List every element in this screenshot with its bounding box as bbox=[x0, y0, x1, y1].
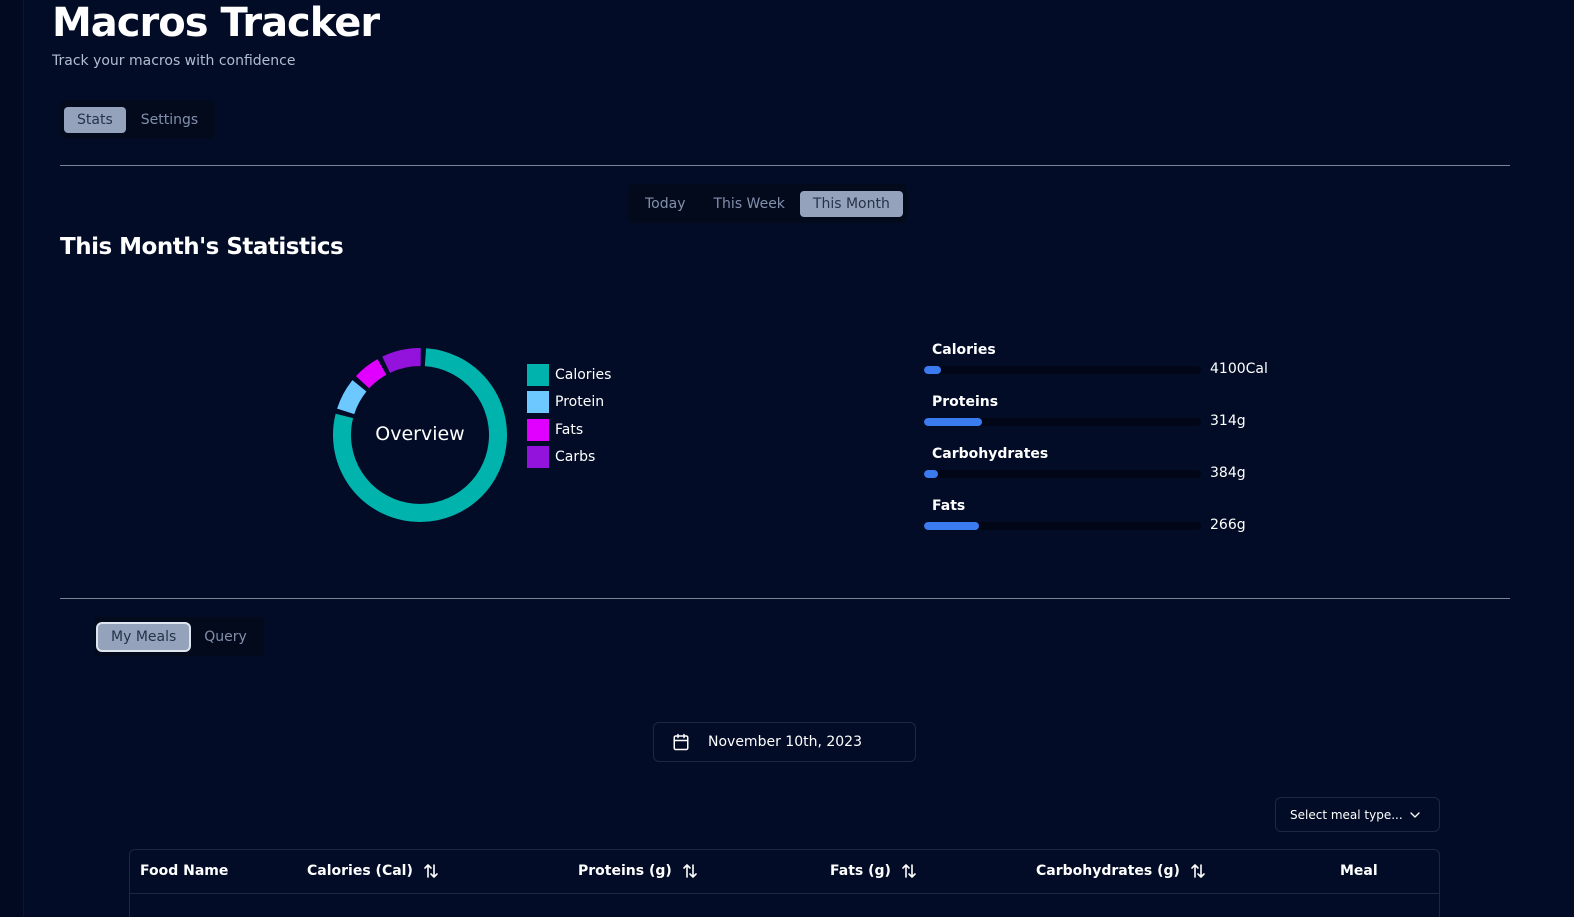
progress-track bbox=[924, 522, 1201, 530]
progress-fill bbox=[924, 418, 983, 426]
divider bbox=[60, 598, 1510, 599]
column-header-carbohydrates: Carbohydrates (g) bbox=[1036, 863, 1206, 879]
main-tabs: Stats Settings bbox=[60, 100, 216, 139]
period-tabs: Today This Week This Month bbox=[628, 184, 907, 223]
progress-value: 384g bbox=[1210, 465, 1246, 481]
column-header-meal: Meal bbox=[1340, 863, 1378, 879]
column-label: Calories (Cal) bbox=[307, 863, 413, 879]
progress-value: 266g bbox=[1210, 517, 1246, 533]
donut-slice-fats bbox=[355, 359, 387, 389]
tab-stats[interactable]: Stats bbox=[64, 106, 126, 133]
meal-type-select[interactable]: Select meal type... bbox=[1275, 797, 1440, 832]
legend-item-calories: Calories bbox=[527, 361, 611, 389]
donut-slice-protein bbox=[337, 380, 367, 415]
tab-this-week[interactable]: This Week bbox=[701, 191, 798, 217]
date-picker-button[interactable]: November 10th, 2023 bbox=[653, 722, 916, 762]
column-label: Fats (g) bbox=[830, 863, 891, 879]
sort-icon[interactable] bbox=[423, 863, 439, 879]
legend-item-protein: Protein bbox=[527, 389, 611, 417]
chart-legend: Calories Protein Fats Carbs bbox=[527, 361, 611, 471]
column-label: Food Name bbox=[140, 863, 229, 879]
progress-track bbox=[924, 470, 1201, 478]
legend-label: Fats bbox=[555, 421, 584, 438]
column-label: Carbohydrates (g) bbox=[1036, 863, 1180, 879]
tab-this-month[interactable]: This Month bbox=[799, 190, 903, 217]
legend-label: Carbs bbox=[555, 449, 596, 466]
legend-swatch bbox=[527, 363, 549, 386]
column-label: Meal bbox=[1340, 863, 1378, 879]
chevron-down-icon bbox=[1410, 812, 1420, 818]
progress-fill bbox=[924, 470, 938, 478]
progress-track bbox=[924, 418, 1201, 426]
progress-fill bbox=[924, 366, 941, 374]
column-header-fats: Fats (g) bbox=[830, 863, 917, 879]
progress-fill bbox=[924, 522, 980, 530]
app-subtitle: Track your macros with confidence bbox=[52, 53, 296, 69]
column-header-food-name: Food Name bbox=[140, 863, 228, 879]
legend-item-fats: Fats bbox=[527, 416, 611, 444]
progress-label: Proteins bbox=[932, 394, 999, 410]
tab-my-meals[interactable]: My Meals bbox=[98, 623, 190, 650]
legend-swatch bbox=[527, 446, 549, 469]
meal-type-placeholder: Select meal type... bbox=[1290, 807, 1403, 822]
progress-label: Fats bbox=[932, 498, 966, 514]
sort-icon[interactable] bbox=[682, 863, 698, 879]
sidebar-edge bbox=[0, 0, 24, 917]
column-header-calories: Calories (Cal) bbox=[307, 863, 439, 879]
progress-track bbox=[924, 366, 1201, 374]
progress-label: Carbohydrates bbox=[932, 446, 1049, 462]
calendar-icon bbox=[673, 733, 689, 751]
legend-swatch bbox=[527, 418, 549, 441]
table-header-row: Food Name Calories (Cal) Proteins (g) Fa… bbox=[130, 850, 1439, 894]
divider bbox=[60, 165, 1510, 166]
date-picker-value: November 10th, 2023 bbox=[708, 734, 862, 750]
meals-table: Food Name Calories (Cal) Proteins (g) Fa… bbox=[129, 849, 1440, 917]
column-header-proteins: Proteins (g) bbox=[578, 863, 698, 879]
app-title: Macros Tracker bbox=[52, 0, 380, 46]
tab-settings[interactable]: Settings bbox=[128, 107, 211, 133]
donut-slice-carbs bbox=[382, 348, 421, 374]
legend-swatch bbox=[527, 391, 549, 414]
tab-today[interactable]: Today bbox=[632, 191, 699, 217]
legend-label: Calories bbox=[555, 366, 612, 383]
progress-label: Calories bbox=[932, 342, 996, 358]
stats-title: This Month's Statistics bbox=[60, 234, 344, 260]
legend-label: Protein bbox=[555, 394, 605, 411]
meals-tabs: My Meals Query bbox=[94, 617, 264, 656]
column-label: Proteins (g) bbox=[578, 863, 672, 879]
legend-item-carbs: Carbs bbox=[527, 444, 611, 472]
progress-value: 314g bbox=[1210, 413, 1246, 429]
progress-value: 4100Cal bbox=[1210, 361, 1268, 377]
tab-query[interactable]: Query bbox=[191, 624, 260, 650]
sort-icon[interactable] bbox=[901, 863, 917, 879]
donut-center-label: Overview bbox=[375, 423, 465, 445]
overview-donut-chart: Overview bbox=[320, 335, 520, 535]
sort-icon[interactable] bbox=[1190, 863, 1206, 879]
